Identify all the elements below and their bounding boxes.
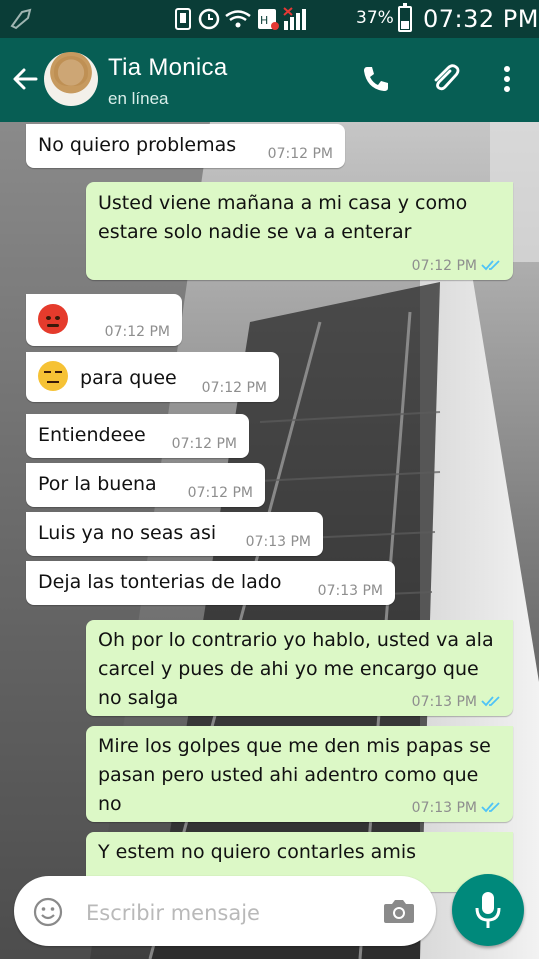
- status-time: 07:32 PM: [423, 5, 539, 33]
- message-outgoing[interactable]: Oh por lo contrario yo hablo, usted va a…: [86, 620, 513, 716]
- message-incoming[interactable]: No quiero problemas 07:12 PM: [26, 124, 345, 168]
- message-outgoing[interactable]: Usted viene mañana a mi casa y como esta…: [86, 182, 513, 280]
- message-incoming[interactable]: 07:12 PM: [26, 294, 182, 346]
- message-incoming[interactable]: Luis ya no seas asi 07:13 PM: [26, 512, 323, 556]
- read-ticks-icon: [481, 696, 500, 707]
- mic-icon: [475, 892, 501, 928]
- back-arrow-icon[interactable]: [10, 64, 40, 94]
- message-outgoing[interactable]: Mire los golpes que me den mis papas se …: [86, 726, 513, 822]
- call-icon[interactable]: [358, 62, 392, 96]
- message-composer: [14, 876, 436, 946]
- angry-face-icon: [38, 304, 68, 334]
- message-incoming[interactable]: Por la buena 07:12 PM: [26, 463, 265, 507]
- menu-icon[interactable]: [490, 62, 524, 96]
- avatar[interactable]: [44, 52, 98, 106]
- svg-text:H: H: [260, 14, 268, 27]
- read-ticks-icon: [481, 802, 500, 813]
- chat-header: Tia Monica en línea: [0, 38, 539, 122]
- message-input[interactable]: [84, 896, 368, 930]
- chat-area[interactable]: No quiero problemas 07:12 PM Usted viene…: [0, 122, 539, 959]
- contact-name[interactable]: Tia Monica: [108, 54, 227, 82]
- message-incoming[interactable]: Entiendeee 07:12 PM: [26, 414, 249, 458]
- message-incoming[interactable]: Deja las tonterias de lado 07:13 PM: [26, 561, 395, 605]
- message-incoming[interactable]: para quee 07:12 PM: [26, 352, 279, 402]
- contact-status: en línea: [108, 89, 169, 108]
- attach-icon[interactable]: [428, 62, 462, 96]
- status-bar: 37% 07:32 PM H: [0, 0, 539, 38]
- notification-icon: [10, 8, 32, 30]
- mic-button[interactable]: [452, 874, 524, 946]
- read-ticks-icon: [481, 260, 500, 271]
- smiley-icon[interactable]: [32, 896, 64, 928]
- battery-percent: 37%: [356, 8, 394, 28]
- camera-icon[interactable]: [382, 896, 416, 926]
- battery-icon: [398, 3, 412, 32]
- status-icons: H: [175, 7, 306, 30]
- unamused-face-icon: [38, 361, 68, 391]
